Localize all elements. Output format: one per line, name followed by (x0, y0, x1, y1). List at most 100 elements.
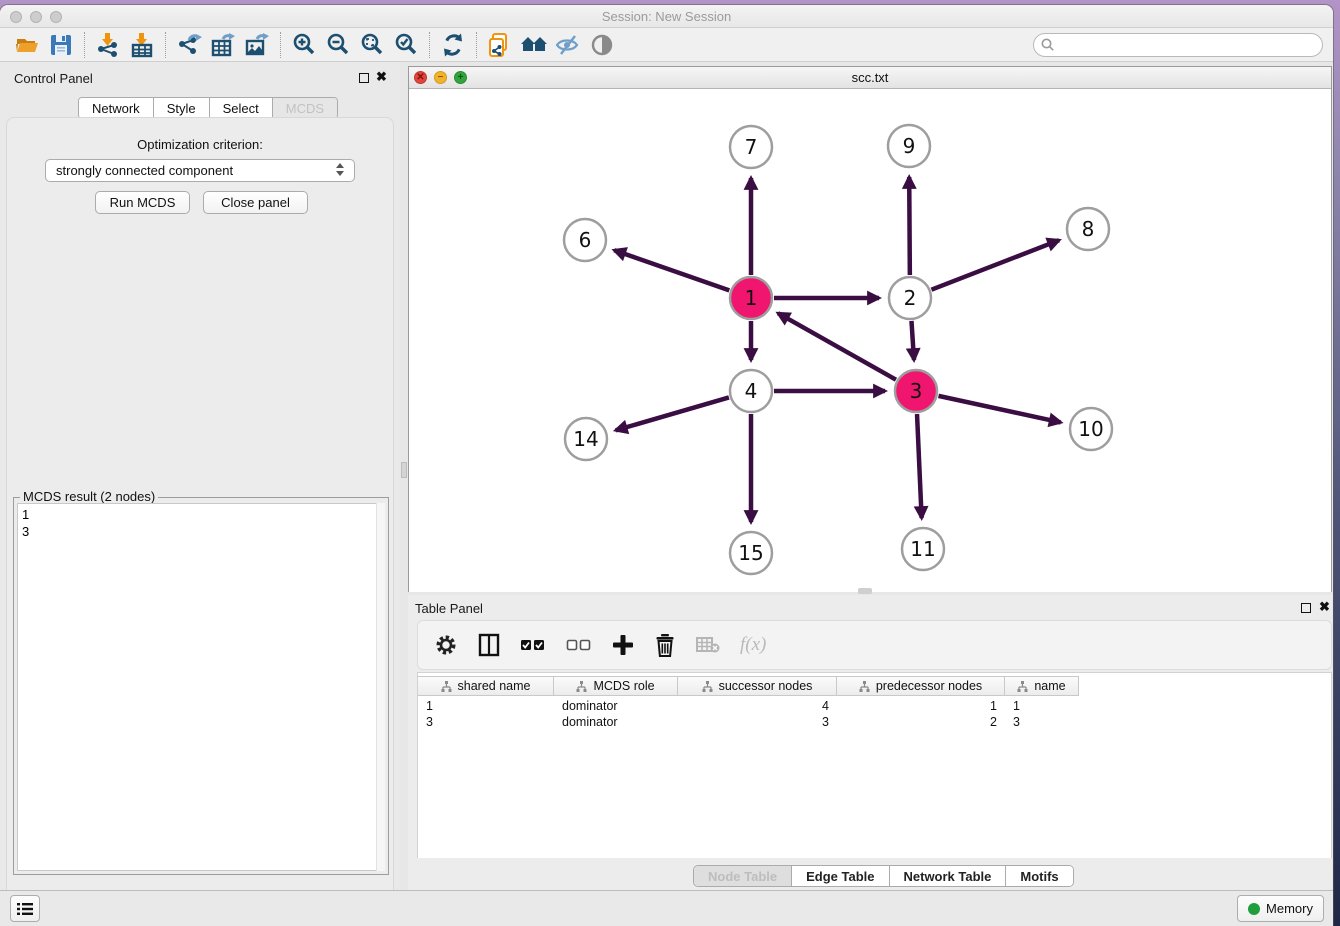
delete-column-icon[interactable] (654, 633, 676, 657)
export-table-icon[interactable] (206, 30, 240, 60)
svg-text:15: 15 (738, 541, 763, 565)
sort-column-icon (576, 681, 587, 692)
memory-status-icon (1248, 903, 1260, 915)
graph-node-7[interactable]: 7 (730, 126, 772, 168)
toolbar-separator (280, 32, 281, 58)
close-panel-button[interactable]: Close panel (203, 191, 308, 214)
column-header-shared-name[interactable]: shared name (418, 677, 554, 695)
tab-network[interactable]: Network (79, 98, 154, 118)
graph-node-6[interactable]: 6 (564, 219, 606, 261)
toolbar-separator (429, 32, 430, 58)
svg-text:9: 9 (903, 134, 916, 158)
graph-node-4[interactable]: 4 (730, 370, 772, 412)
toolbar-separator (84, 32, 85, 58)
table-cell: 1 (1005, 698, 1079, 714)
zoom-in-icon[interactable] (287, 30, 321, 60)
table-cell: 4 (678, 698, 837, 714)
duplicate-network-icon[interactable] (483, 30, 517, 60)
splitter-grip[interactable] (401, 462, 407, 478)
import-table-icon[interactable] (125, 30, 159, 60)
first-neighbors-icon[interactable] (436, 30, 470, 60)
main-toolbar (0, 28, 1333, 62)
svg-text:11: 11 (910, 537, 935, 561)
save-session-icon[interactable] (44, 30, 78, 60)
graph-node-2[interactable]: 2 (889, 277, 931, 319)
tab-node-table[interactable]: Node Table (694, 866, 792, 886)
unselect-all-columns-icon[interactable] (566, 638, 592, 652)
select-all-columns-icon[interactable] (520, 638, 546, 652)
table-panel: Table Panel ✖ (408, 595, 1332, 890)
run-mcds-button[interactable]: Run MCDS (95, 191, 190, 214)
search-input[interactable] (1033, 33, 1323, 57)
list-icon (17, 902, 33, 916)
control-panel: Control Panel ✖ NetworkStyleSelectMCDS O… (0, 62, 400, 890)
result-scrollbar[interactable] (376, 503, 385, 871)
float-panel-icon[interactable] (359, 73, 369, 83)
table-cell: 3 (1005, 714, 1079, 730)
graph-node-11[interactable]: 11 (902, 528, 944, 570)
graph-edge-3-11[interactable] (917, 414, 922, 518)
delete-table-icon[interactable] (696, 636, 720, 654)
close-panel-icon[interactable]: ✖ (376, 69, 387, 85)
column-header-MCDS-role[interactable]: MCDS role (554, 677, 678, 695)
gear-icon[interactable] (434, 633, 458, 657)
graph-node-8[interactable]: 8 (1067, 208, 1109, 250)
task-history-button[interactable] (10, 895, 40, 922)
table-cell: dominator (554, 714, 678, 730)
zoom-out-icon[interactable] (321, 30, 355, 60)
graph-edge-2-9[interactable] (909, 177, 910, 275)
close-table-panel-icon[interactable]: ✖ (1319, 599, 1330, 615)
zoom-fit-icon[interactable] (355, 30, 389, 60)
graph-node-14[interactable]: 14 (565, 418, 607, 460)
status-bar: Memory (0, 890, 1333, 926)
svg-text:6: 6 (579, 228, 592, 252)
mcds-result-text[interactable]: 13 (17, 503, 385, 871)
graph-node-10[interactable]: 10 (1070, 408, 1112, 450)
zoom-selected-icon[interactable] (389, 30, 423, 60)
column-header-successor-nodes[interactable]: successor nodes (678, 677, 837, 695)
network-window: ✕ − + scc.txt 7968124314101511 (408, 66, 1332, 592)
criterion-dropdown[interactable]: strongly connected component (45, 159, 355, 182)
graph-edge-2-3[interactable] (911, 321, 914, 360)
tab-edge-table[interactable]: Edge Table (792, 866, 889, 886)
network-canvas[interactable]: 7 9 6 8 1 2 4 3 14 10 15 11 (409, 89, 1331, 592)
graph-node-1[interactable]: 1 (730, 277, 772, 319)
open-session-icon[interactable] (10, 30, 44, 60)
memory-button[interactable]: Memory (1237, 895, 1324, 922)
network-resize-grip[interactable] (858, 588, 872, 594)
tab-mcds[interactable]: MCDS (273, 98, 337, 118)
export-network-icon[interactable] (172, 30, 206, 60)
graph-edge-3-10[interactable] (938, 396, 1060, 423)
float-table-panel-icon[interactable] (1301, 603, 1311, 613)
vertical-splitter[interactable] (400, 62, 408, 890)
column-label: successor nodes (719, 679, 813, 693)
tab-select[interactable]: Select (210, 98, 273, 118)
graph-node-3[interactable]: 3 (895, 370, 937, 412)
table-header-row: shared name MCDS role successor nodes prede… (418, 676, 1079, 696)
graph-node-15[interactable]: 15 (730, 532, 772, 574)
table-cell: 1 (418, 698, 554, 714)
table-row[interactable]: 1dominator411 (418, 698, 1079, 714)
export-image-icon[interactable] (240, 30, 274, 60)
tab-motifs[interactable]: Motifs (1006, 866, 1072, 886)
column-header-name[interactable]: name (1005, 677, 1079, 695)
function-builder-icon[interactable]: f(x) (740, 634, 766, 656)
graph-edge-2-8[interactable] (931, 240, 1059, 289)
table-cell: dominator (554, 698, 678, 714)
tab-network-table[interactable]: Network Table (890, 866, 1007, 886)
graph-edge-3-1[interactable] (778, 313, 896, 379)
add-column-icon[interactable] (612, 634, 634, 656)
graph-node-9[interactable]: 9 (888, 125, 930, 167)
column-header-predecessor-nodes[interactable]: predecessor nodes (837, 677, 1005, 695)
hide-selected-icon[interactable] (551, 30, 585, 60)
memory-label: Memory (1266, 901, 1313, 916)
split-column-icon[interactable] (478, 633, 500, 657)
import-network-icon[interactable] (91, 30, 125, 60)
table-row[interactable]: 3dominator323 (418, 714, 1079, 730)
column-label: MCDS role (593, 679, 654, 693)
home-layout-icon[interactable] (517, 30, 551, 60)
graph-edge-1-6[interactable] (614, 250, 729, 290)
graph-edge-4-14[interactable] (616, 397, 729, 430)
show-all-icon[interactable] (585, 30, 619, 60)
tab-style[interactable]: Style (154, 98, 210, 118)
